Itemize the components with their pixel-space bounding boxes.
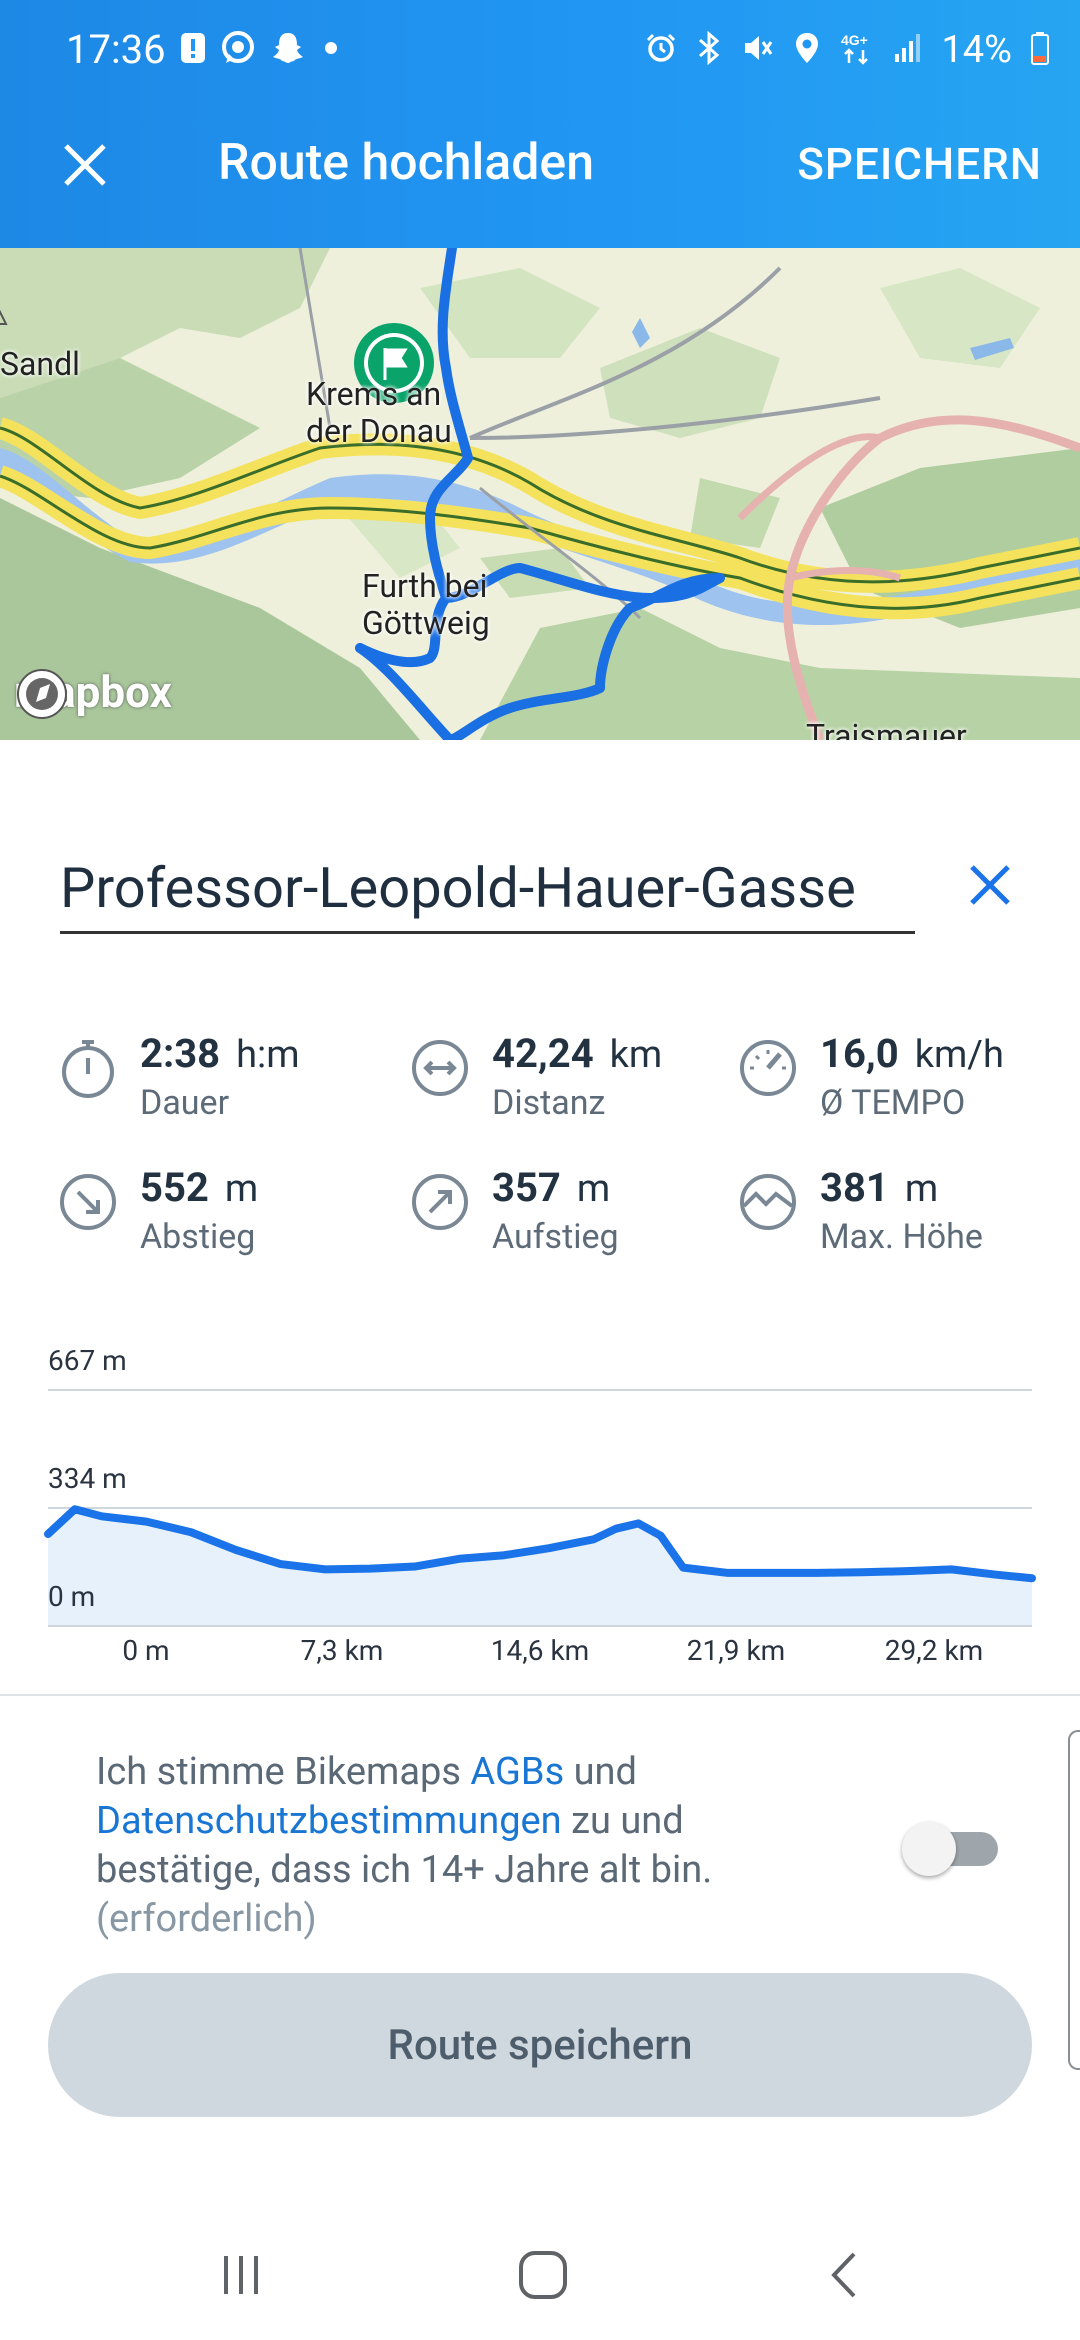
stat-distance-label: Distanz [492,1083,606,1123]
mute-icon [741,31,775,69]
speedometer-icon [740,1040,796,1096]
dot-icon [320,37,342,63]
route-name-field[interactable] [60,844,915,934]
x-tick-label: 29,2 km [884,1634,984,1667]
privacy-link[interactable]: Datenschutzbestimmungen [96,1799,562,1843]
elevation-chart[interactable]: 667 m 334 m 0 m 0 m 7,3 km 14,6 km 21,9 … [0,1330,1080,1690]
elevation-area [48,1509,1032,1626]
status-bar: 17:36 4G+ 14% [0,0,1080,100]
consent-required: (erforderlich) [96,1897,317,1941]
status-time: 17:36 [66,26,166,73]
stat-descent-label: Abstieg [140,1217,256,1257]
stat-ascent-value: 357 [492,1164,561,1211]
notification-icons [180,30,342,70]
x-tick-label: 21,9 km [686,1634,786,1667]
stopwatch-icon [62,1040,114,1098]
stat-distance-value: 42,24 [492,1030,594,1077]
home-icon [519,2251,567,2299]
stat-ascent: 357 m Aufstieg [408,1164,619,1257]
battery-icon [1030,31,1050,69]
stat-distance: 42,24 km Distanz [408,1030,663,1123]
terms-toggle[interactable] [902,1822,998,1876]
edge-panel-handle[interactable] [1068,1730,1080,2070]
network-icon: 4G+ [839,30,875,70]
recent-apps-button[interactable] [206,2240,276,2310]
page-title: Route hochladen [218,134,595,192]
stat-descent-value: 552 [140,1164,209,1211]
mapbox-logo-icon [17,669,67,719]
stat-max-height-unit: m [904,1167,939,1211]
stat-ascent-label: Aufstieg [492,1217,619,1257]
alert-icon [180,32,206,68]
save-button[interactable]: SPEICHERN [797,138,1042,190]
battery-percent: 14% [941,28,1012,72]
map-label-sandl: Sandl [0,345,80,383]
top-bar: 17:36 4G+ 14% Route hochladen SPEICHERN [0,0,1080,248]
stat-distance-unit: km [609,1033,663,1077]
route-name-input[interactable] [60,844,915,931]
toggle-thumb [902,1822,956,1876]
agb-link[interactable]: AGBs [470,1750,564,1794]
ascent-icon [412,1174,468,1230]
stat-duration-unit: h:m [236,1033,300,1077]
whatsapp-icon [220,30,256,70]
terms-consent-text: Ich stimme Bikemaps AGBs und Datenschutz… [96,1748,816,1944]
route-save-button[interactable]: Route speichern [48,1973,1032,2117]
back-button[interactable] [810,2240,880,2310]
map-label-traismauer: Traismauer [806,717,967,740]
mountain-icon [740,1174,796,1230]
stat-speed-label: Ø TEMPO [820,1083,966,1123]
map-label-krems: Krems an der Donau [306,375,452,450]
close-button[interactable] [50,130,120,200]
stat-duration: 2:38 h:m Dauer [56,1030,300,1123]
stat-speed: 16,0 km/h Ø TEMPO [736,1030,1004,1123]
back-icon [831,2252,856,2298]
home-button[interactable] [508,2240,578,2310]
descent-icon [60,1174,116,1230]
consent-mid: und [564,1750,637,1794]
y-tick-label: 0 m [48,1580,96,1613]
signal-icon [893,32,923,68]
bluetooth-icon [695,30,723,69]
stat-duration-label: Dauer [140,1083,230,1123]
stat-max-height-label: Max. Höhe [820,1217,983,1257]
mapbox-attribution[interactable]: mapbox [14,666,172,719]
x-tick-label: 14,6 km [490,1634,590,1667]
clear-icon [970,865,1010,905]
recent-apps-icon [224,2256,258,2294]
section-divider [0,1694,1080,1696]
location-icon [793,31,821,69]
stat-speed-unit: km/h [914,1033,1004,1077]
consent-prefix: Ich stimme Bikemaps [96,1750,471,1794]
svg-text:4G+: 4G+ [841,32,868,48]
route-map[interactable]: Sandl Krems an der Donau Furth bei Göttw… [0,248,1080,740]
stat-descent: 552 m Abstieg [56,1164,259,1257]
stat-max-height: 381 m Max. Höhe [736,1164,983,1257]
stat-max-height-value: 381 [820,1164,889,1211]
clear-name-button[interactable] [960,855,1020,915]
stat-speed-value: 16,0 [820,1030,899,1077]
y-tick-label: 667 m [48,1344,127,1377]
x-tick-label: 0 m [122,1634,170,1667]
close-icon [64,144,106,186]
system-icons: 4G+ 14% [645,28,1050,72]
stat-duration-value: 2:38 [140,1030,221,1077]
stat-descent-unit: m [224,1167,259,1211]
stat-ascent-unit: m [576,1167,611,1211]
map-label-furth: Furth bei Göttweig [362,567,490,642]
y-tick-label: 334 m [48,1462,127,1495]
snapchat-icon [270,30,306,70]
x-tick-label: 7,3 km [300,1634,384,1667]
distance-icon [412,1040,468,1096]
app-bar: Route hochladen SPEICHERN [0,100,1080,248]
alarm-icon [645,32,677,68]
screen: 17:36 4G+ 14% Route hochladen SPEICHERN … [0,0,1080,2340]
system-nav-bar [0,2200,1080,2340]
